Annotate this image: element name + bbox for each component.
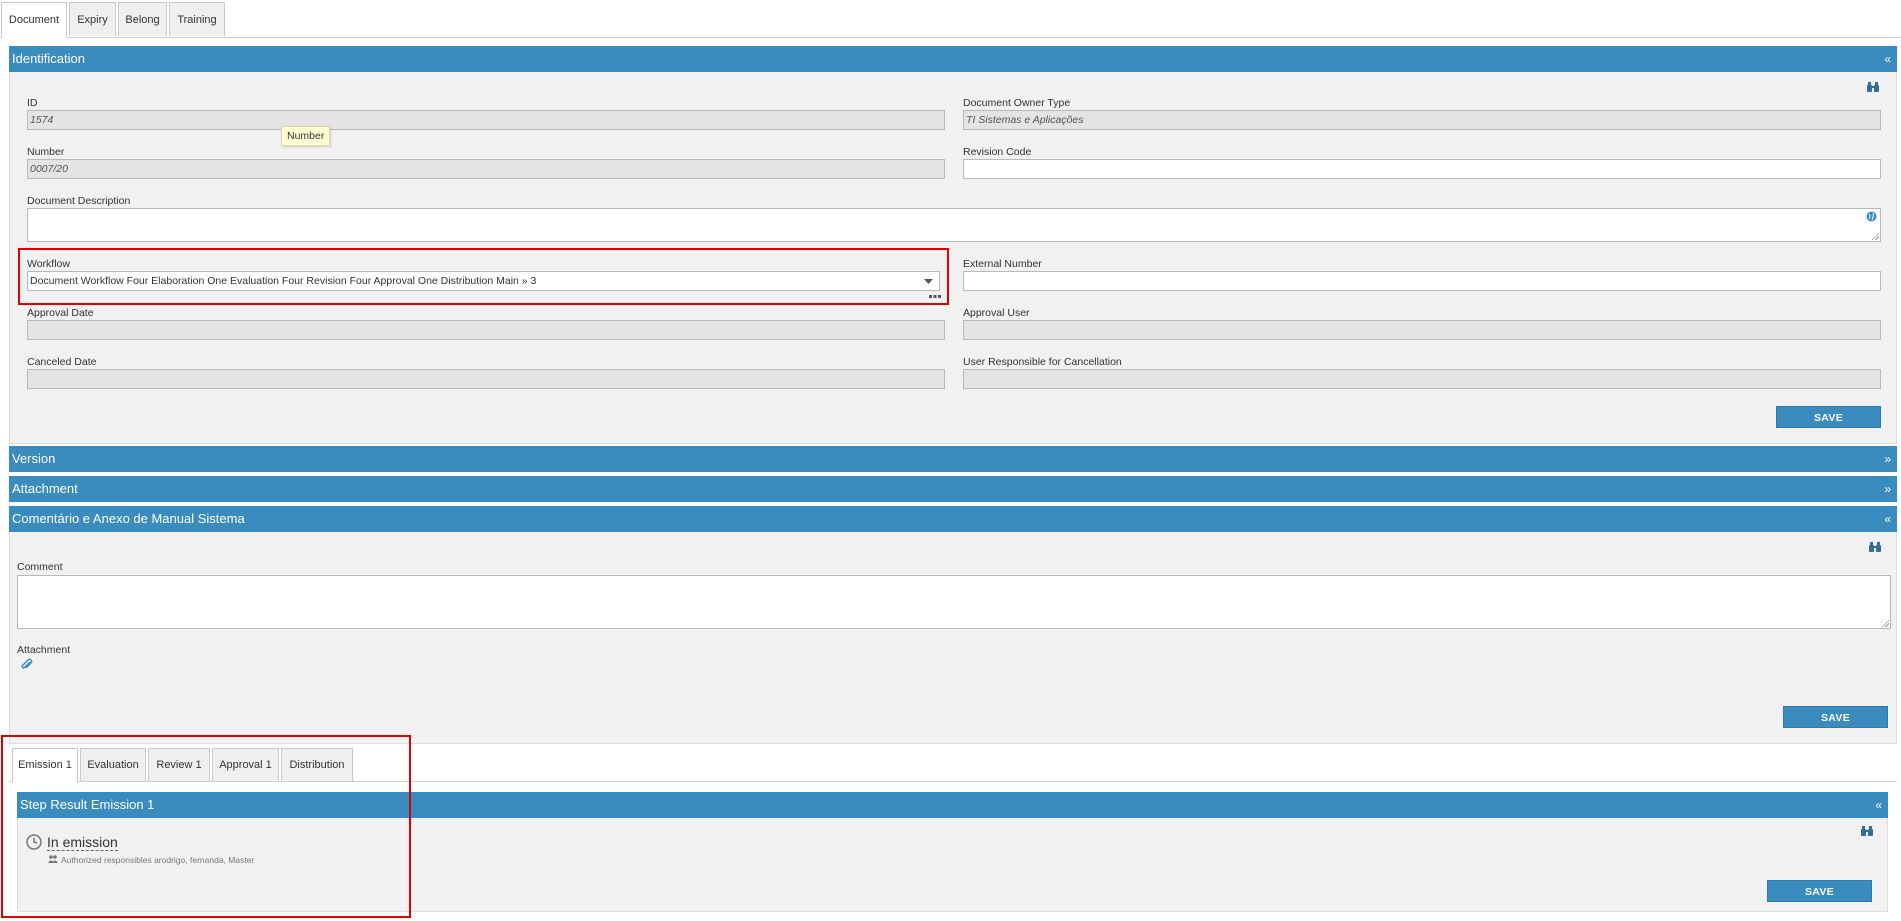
number-label: Number	[27, 146, 65, 158]
comment-section-title: Comentário e Anexo de Manual Sistema	[12, 511, 245, 526]
top-tab-bar: Document Expiry Belong Training	[0, 0, 1901, 38]
tab-document[interactable]: Document	[1, 2, 67, 38]
attachment-label: Attachment	[17, 644, 71, 656]
revision-code-input[interactable]	[963, 159, 1881, 179]
description-textarea[interactable]	[27, 208, 1881, 242]
revision-code-label: Revision Code	[963, 146, 1032, 158]
expand-icon[interactable]: »	[1884, 476, 1891, 502]
cancel-user-label: User Responsible for Cancellation	[963, 356, 1122, 368]
external-number-label: External Number	[963, 258, 1042, 270]
canceled-date-field	[27, 369, 945, 389]
resize-handle[interactable]	[1871, 232, 1879, 240]
approval-user-label: Approval User	[963, 307, 1030, 319]
external-number-input[interactable]	[963, 271, 1881, 291]
version-title: Version	[12, 451, 56, 466]
expand-icon[interactable]: »	[1884, 446, 1891, 472]
comment-textarea[interactable]	[17, 575, 1891, 629]
approval-date-label: Approval Date	[27, 307, 94, 319]
owner-type-label: Document Owner Type	[963, 97, 1071, 109]
binoculars-icon[interactable]	[1866, 81, 1880, 93]
identification-title: Identification	[12, 51, 85, 66]
id-field: 1574	[27, 110, 945, 130]
tab-belong[interactable]: Belong	[118, 2, 167, 36]
comment-section-header[interactable]: Comentário e Anexo de Manual Sistema «	[9, 506, 1897, 532]
canceled-date-label: Canceled Date	[27, 356, 97, 368]
identification-header[interactable]: Identification «	[9, 46, 1897, 72]
attachment-title: Attachment	[12, 481, 78, 496]
attachment-header[interactable]: Attachment »	[9, 476, 1897, 502]
step-save-button[interactable]: SAVE	[1767, 880, 1872, 902]
owner-type-field: TI Sistemas e Aplicações	[963, 110, 1881, 130]
tab-training[interactable]: Training	[169, 2, 225, 36]
globe-icon[interactable]	[1866, 211, 1877, 222]
resize-handle[interactable]	[1881, 619, 1889, 627]
description-label: Document Description	[27, 195, 131, 207]
tab-expiry[interactable]: Expiry	[69, 2, 116, 36]
collapse-icon[interactable]: «	[1884, 46, 1891, 72]
paperclip-icon[interactable]	[20, 658, 34, 672]
version-header[interactable]: Version »	[9, 446, 1897, 472]
comment-save-button[interactable]: SAVE	[1783, 706, 1888, 728]
number-field: 0007/20	[27, 159, 945, 179]
binoculars-icon[interactable]	[1868, 541, 1882, 553]
id-label: ID	[27, 97, 38, 109]
collapse-icon[interactable]: «	[1875, 792, 1882, 818]
step-highlight-box	[1, 735, 411, 918]
number-tooltip: Number	[281, 126, 331, 146]
comment-label: Comment	[17, 561, 63, 573]
binoculars-icon[interactable]	[1860, 825, 1874, 837]
workflow-highlight-box	[18, 248, 949, 305]
approval-date-field	[27, 320, 945, 340]
cancel-user-field	[963, 369, 1881, 389]
collapse-icon[interactable]: «	[1884, 506, 1891, 532]
approval-user-field	[963, 320, 1881, 340]
identification-save-button[interactable]: SAVE	[1776, 406, 1881, 428]
